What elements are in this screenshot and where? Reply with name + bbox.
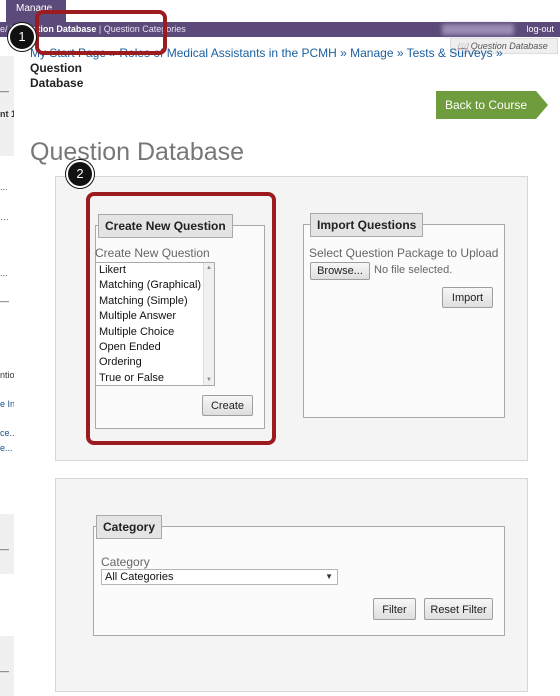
import-questions-legend: Import Questions: [310, 213, 424, 237]
highlight-box: [35, 10, 167, 55]
breadcrumb-current: Database: [30, 76, 84, 90]
chevron-down-icon: ▼: [325, 572, 333, 581]
sidebar-text: —: [0, 666, 9, 676]
upload-label: Select Question Package to Upload: [309, 246, 499, 260]
user-name-redacted: [442, 24, 514, 35]
sidebar-text: —: [0, 296, 9, 306]
filter-button[interactable]: Filter: [373, 598, 416, 620]
file-status: No file selected.: [374, 264, 453, 276]
highlight-box: [86, 192, 276, 445]
step-marker: 1: [8, 23, 36, 51]
arrow-right-icon: [536, 91, 548, 119]
sidebar-text: ntio: [0, 370, 14, 380]
category-legend: Category: [96, 515, 163, 539]
sidebar-text: nt 1: [0, 109, 14, 119]
sidebar-link[interactable]: ce...: [0, 428, 14, 438]
logout-link[interactable]: log-out: [526, 24, 554, 34]
import-button[interactable]: Import: [442, 287, 493, 308]
sidebar-text: —: [0, 544, 9, 554]
sidebar-link[interactable]: ...: [0, 268, 14, 278]
sidebar-text: —: [0, 86, 9, 96]
sidebar-fragment: — nt 1 ... … ... — ntio e In ce... e... …: [0, 36, 14, 696]
browse-button[interactable]: Browse...: [310, 262, 370, 280]
category-label: Category: [101, 555, 150, 569]
page-title: Question Database: [30, 138, 245, 166]
sidebar-block: [0, 56, 14, 156]
sidebar-link[interactable]: e In: [0, 399, 14, 409]
back-to-course-button[interactable]: Back to Course: [436, 91, 548, 119]
category-selected-value: All Categories: [105, 571, 174, 583]
sidebar-link[interactable]: e...: [0, 443, 14, 453]
reset-filter-button[interactable]: Reset Filter: [424, 598, 493, 620]
category-select[interactable]: All Categories ▼: [101, 569, 338, 585]
sidebar-link[interactable]: ...: [0, 182, 14, 192]
sidebar-link[interactable]: …: [0, 212, 14, 222]
step-marker: 2: [66, 160, 94, 188]
back-to-course-label: Back to Course: [436, 91, 536, 119]
breadcrumb-current: Question: [30, 61, 83, 75]
